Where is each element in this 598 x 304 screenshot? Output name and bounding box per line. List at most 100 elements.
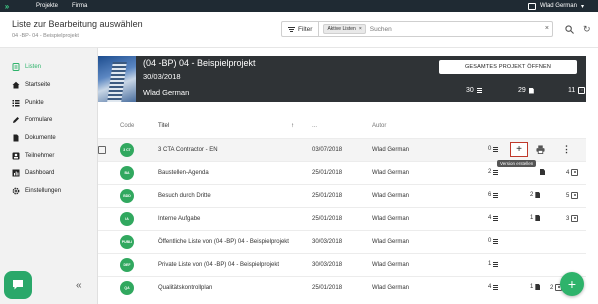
sidebar-item-label: Listen xyxy=(25,64,42,70)
refresh-icon[interactable]: ↻ xyxy=(583,24,591,35)
chip-close-icon[interactable]: × xyxy=(359,26,362,32)
sidebar: Listen Startseite Punkte Formulare Dokum… xyxy=(0,48,98,304)
document-icon xyxy=(12,134,20,142)
row-documents: 1 xyxy=(530,215,541,221)
row-people-value: 2 xyxy=(550,284,554,291)
sidebar-item-formulare[interactable]: Formulare xyxy=(12,115,52,125)
row-title: 3 CTA Contractor - EN xyxy=(158,147,218,153)
row-points-value: 0 xyxy=(488,146,492,152)
table-row[interactable]: IA Interne Aufgabe 25/01/2018 Wlad Germa… xyxy=(98,207,586,230)
gear-icon xyxy=(12,187,20,195)
row-title: Qualitätskontrollplan xyxy=(158,285,213,291)
filter-icon xyxy=(288,26,295,32)
row-date: 25/01/2018 xyxy=(312,193,343,199)
list-icon xyxy=(493,284,499,290)
header-author[interactable]: Autor xyxy=(372,123,386,129)
pencil-icon xyxy=(12,116,20,124)
row-participants: 3 xyxy=(566,215,579,222)
row-docs-value: 1 xyxy=(530,284,534,290)
sidebar-item-einstellungen[interactable]: Einstellungen xyxy=(12,186,61,196)
row-points: 4 xyxy=(488,215,499,221)
user-name: Wlad German xyxy=(539,3,577,9)
row-author: Wlad German xyxy=(372,147,410,153)
stat-lists: 30 xyxy=(466,87,482,94)
header-title[interactable]: Titel xyxy=(158,123,169,129)
row-title: Baustellen-Agenda xyxy=(158,170,209,176)
tooltip: Version erstellen xyxy=(497,160,537,167)
row-docs-value: 2 xyxy=(530,192,534,198)
row-author: Wlad German xyxy=(372,285,410,291)
print-icon[interactable] xyxy=(536,145,545,154)
home-icon xyxy=(12,81,20,89)
sidebar-item-punkte[interactable]: Punkte xyxy=(12,98,44,108)
row-author: Wlad German xyxy=(372,170,410,176)
stat-participants: 11 xyxy=(568,87,586,94)
list-icon xyxy=(12,63,20,71)
document-icon xyxy=(535,284,541,290)
row-points: 4 xyxy=(488,284,499,290)
row-checkbox[interactable] xyxy=(98,146,106,154)
row-points-value: 6 xyxy=(488,192,492,198)
chat-icon xyxy=(13,280,23,290)
header-date[interactable]: ... xyxy=(312,123,317,129)
row-docs-value: 1 xyxy=(530,215,534,221)
sidebar-item-teilnehmer[interactable]: Teilnehmer xyxy=(12,151,54,161)
nav-firma[interactable]: Firma xyxy=(72,3,87,9)
row-points: 6 xyxy=(488,192,499,198)
header-code[interactable]: Code xyxy=(120,123,134,129)
row-people-value: 3 xyxy=(566,215,570,222)
sidebar-item-label: Dashboard xyxy=(25,170,55,176)
list-icon xyxy=(493,215,499,221)
table-row[interactable]: PUBLI Öffentliche Liste von (04 -BP) 04 … xyxy=(98,230,586,253)
table-row[interactable]: QA Qualitätskontrollplan 25/01/2018 Wlad… xyxy=(98,276,586,299)
filter-button[interactable]: Filter xyxy=(282,22,320,36)
sidebar-item-dashboard[interactable]: Dashboard xyxy=(12,168,54,178)
sidebar-item-listen[interactable]: Listen xyxy=(12,62,41,72)
add-list-fab-button[interactable]: + xyxy=(560,272,584,296)
table-row[interactable]: DEF Private Liste von (04 -BP) 04 - Beis… xyxy=(98,253,586,276)
project-manager: Wlad German xyxy=(143,88,190,97)
add-version-button[interactable]: + xyxy=(510,142,528,157)
points-icon xyxy=(12,99,20,107)
participant-icon xyxy=(571,215,579,222)
project-image xyxy=(98,56,136,102)
row-points-value: 1 xyxy=(488,261,492,267)
search-input[interactable] xyxy=(369,25,500,33)
stat-documents-value: 29 xyxy=(518,87,526,94)
top-bar: » Projekte Firma Wlad German ▾ xyxy=(0,0,598,12)
sidebar-item-label: Einstellungen xyxy=(25,188,62,194)
page-title: Liste zur Bearbeitung auswählen xyxy=(12,19,143,29)
filter-chip-active-lists[interactable]: Aktive Listen × xyxy=(323,24,366,34)
stat-documents: 29 xyxy=(518,87,534,94)
table-row[interactable]: 3 CT 3 CTA Contractor - EN 03/07/2018 Wl… xyxy=(98,138,586,167)
participant-icon xyxy=(571,192,579,199)
sidebar-item-startseite[interactable]: Startseite xyxy=(12,80,50,90)
nav-projekte[interactable]: Projekte xyxy=(36,3,58,9)
code-badge: PUBLI xyxy=(120,235,134,249)
participant-icon xyxy=(578,87,586,94)
user-menu[interactable]: Wlad German ▾ xyxy=(527,0,584,12)
table-row[interactable]: BDD Besuch durch Dritte 25/01/2018 Wlad … xyxy=(98,184,586,207)
row-date: 25/01/2018 xyxy=(312,216,343,222)
list-icon xyxy=(476,88,482,93)
participant-icon xyxy=(12,152,20,160)
app-logo-icon[interactable]: » xyxy=(0,0,14,12)
row-date: 03/07/2018 xyxy=(312,147,343,153)
sort-arrow-icon[interactable]: ↑ xyxy=(291,123,294,129)
list-icon xyxy=(493,146,499,152)
stat-participants-value: 11 xyxy=(568,87,576,94)
sidebar-item-dokumente[interactable]: Dokumente xyxy=(12,133,56,143)
open-project-button[interactable]: GESAMTES PROJEKT ÖFFNEN xyxy=(439,60,577,74)
collapse-sidebar-icon[interactable]: « xyxy=(76,280,82,291)
row-author: Wlad German xyxy=(372,216,410,222)
more-options-icon[interactable]: ⋮ xyxy=(562,144,571,155)
chip-label: Aktive Listen xyxy=(327,26,356,32)
search-clear-icon[interactable]: × xyxy=(545,25,549,32)
row-date: 30/03/2018 xyxy=(312,239,343,245)
row-title: Öffentliche Liste von (04 -BP) 04 - Beis… xyxy=(158,239,289,245)
chevron-down-icon: ▾ xyxy=(580,3,584,10)
table-header: Code Titel ↑ ... Autor xyxy=(98,120,586,134)
chat-button[interactable] xyxy=(4,271,32,299)
code-badge: BDD xyxy=(120,189,134,203)
search-icon[interactable] xyxy=(565,25,574,34)
